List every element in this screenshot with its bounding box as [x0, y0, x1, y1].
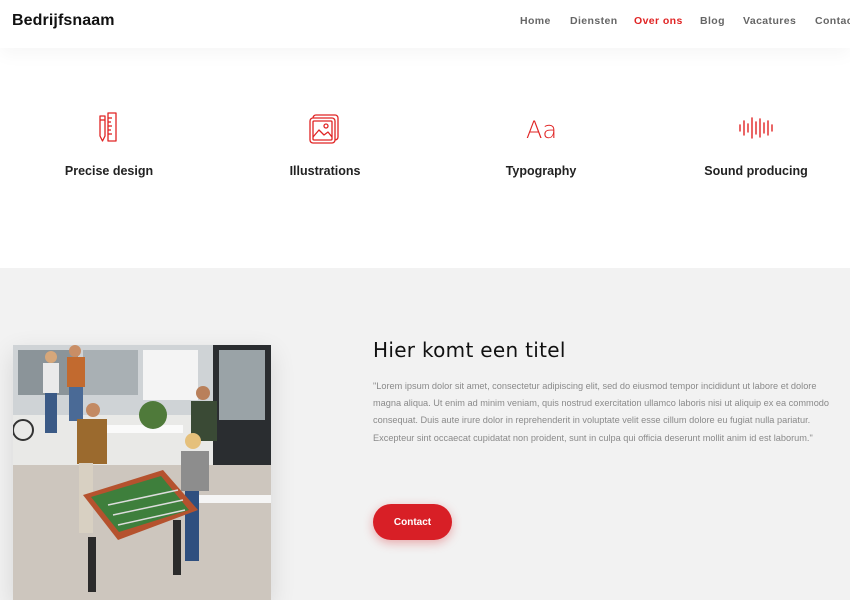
typography-icon: Aa: [526, 116, 557, 144]
feature-title: Precise design: [64, 164, 154, 178]
section-title: Hier komt een titel: [373, 338, 566, 362]
about-section: Hier komt een titel "Lorem ipsum dolor s…: [0, 268, 850, 600]
contact-button[interactable]: Contact: [373, 504, 452, 540]
nav-item-over-ons[interactable]: Over ons: [634, 15, 683, 27]
nav-item-home[interactable]: Home: [520, 15, 551, 27]
feature-illustrations: Illustrations: [225, 110, 425, 178]
office-photo: [13, 345, 271, 600]
soundwave-icon: [739, 117, 773, 139]
svg-text:Aa: Aa: [526, 116, 557, 144]
feature-typography: Aa Typography: [441, 110, 641, 178]
feature-title: Illustrations: [289, 164, 361, 178]
image-icon: [309, 114, 339, 144]
nav-item-vacatures[interactable]: Vacatures: [743, 15, 796, 27]
nav-item-diensten[interactable]: Diensten: [570, 15, 618, 27]
site-header: Bedrijfsnaam Home Diensten Over ons Blog…: [0, 0, 850, 48]
brand-logo[interactable]: Bedrijfsnaam: [12, 12, 115, 30]
features-section: Precise design Illustrations Aa Typograp…: [0, 48, 850, 268]
section-body: "Lorem ipsum dolor sit amet, consectetur…: [373, 381, 830, 443]
pencil-ruler-icon: [99, 112, 117, 142]
feature-title: Typography: [505, 164, 577, 178]
feature-title: Sound producing: [704, 164, 808, 178]
nav-item-blog[interactable]: Blog: [700, 15, 725, 27]
nav-item-contact[interactable]: Contact: [815, 15, 850, 27]
feature-sound-producing: Sound producing: [656, 110, 850, 178]
feature-precise-design: Precise design: [9, 110, 209, 178]
